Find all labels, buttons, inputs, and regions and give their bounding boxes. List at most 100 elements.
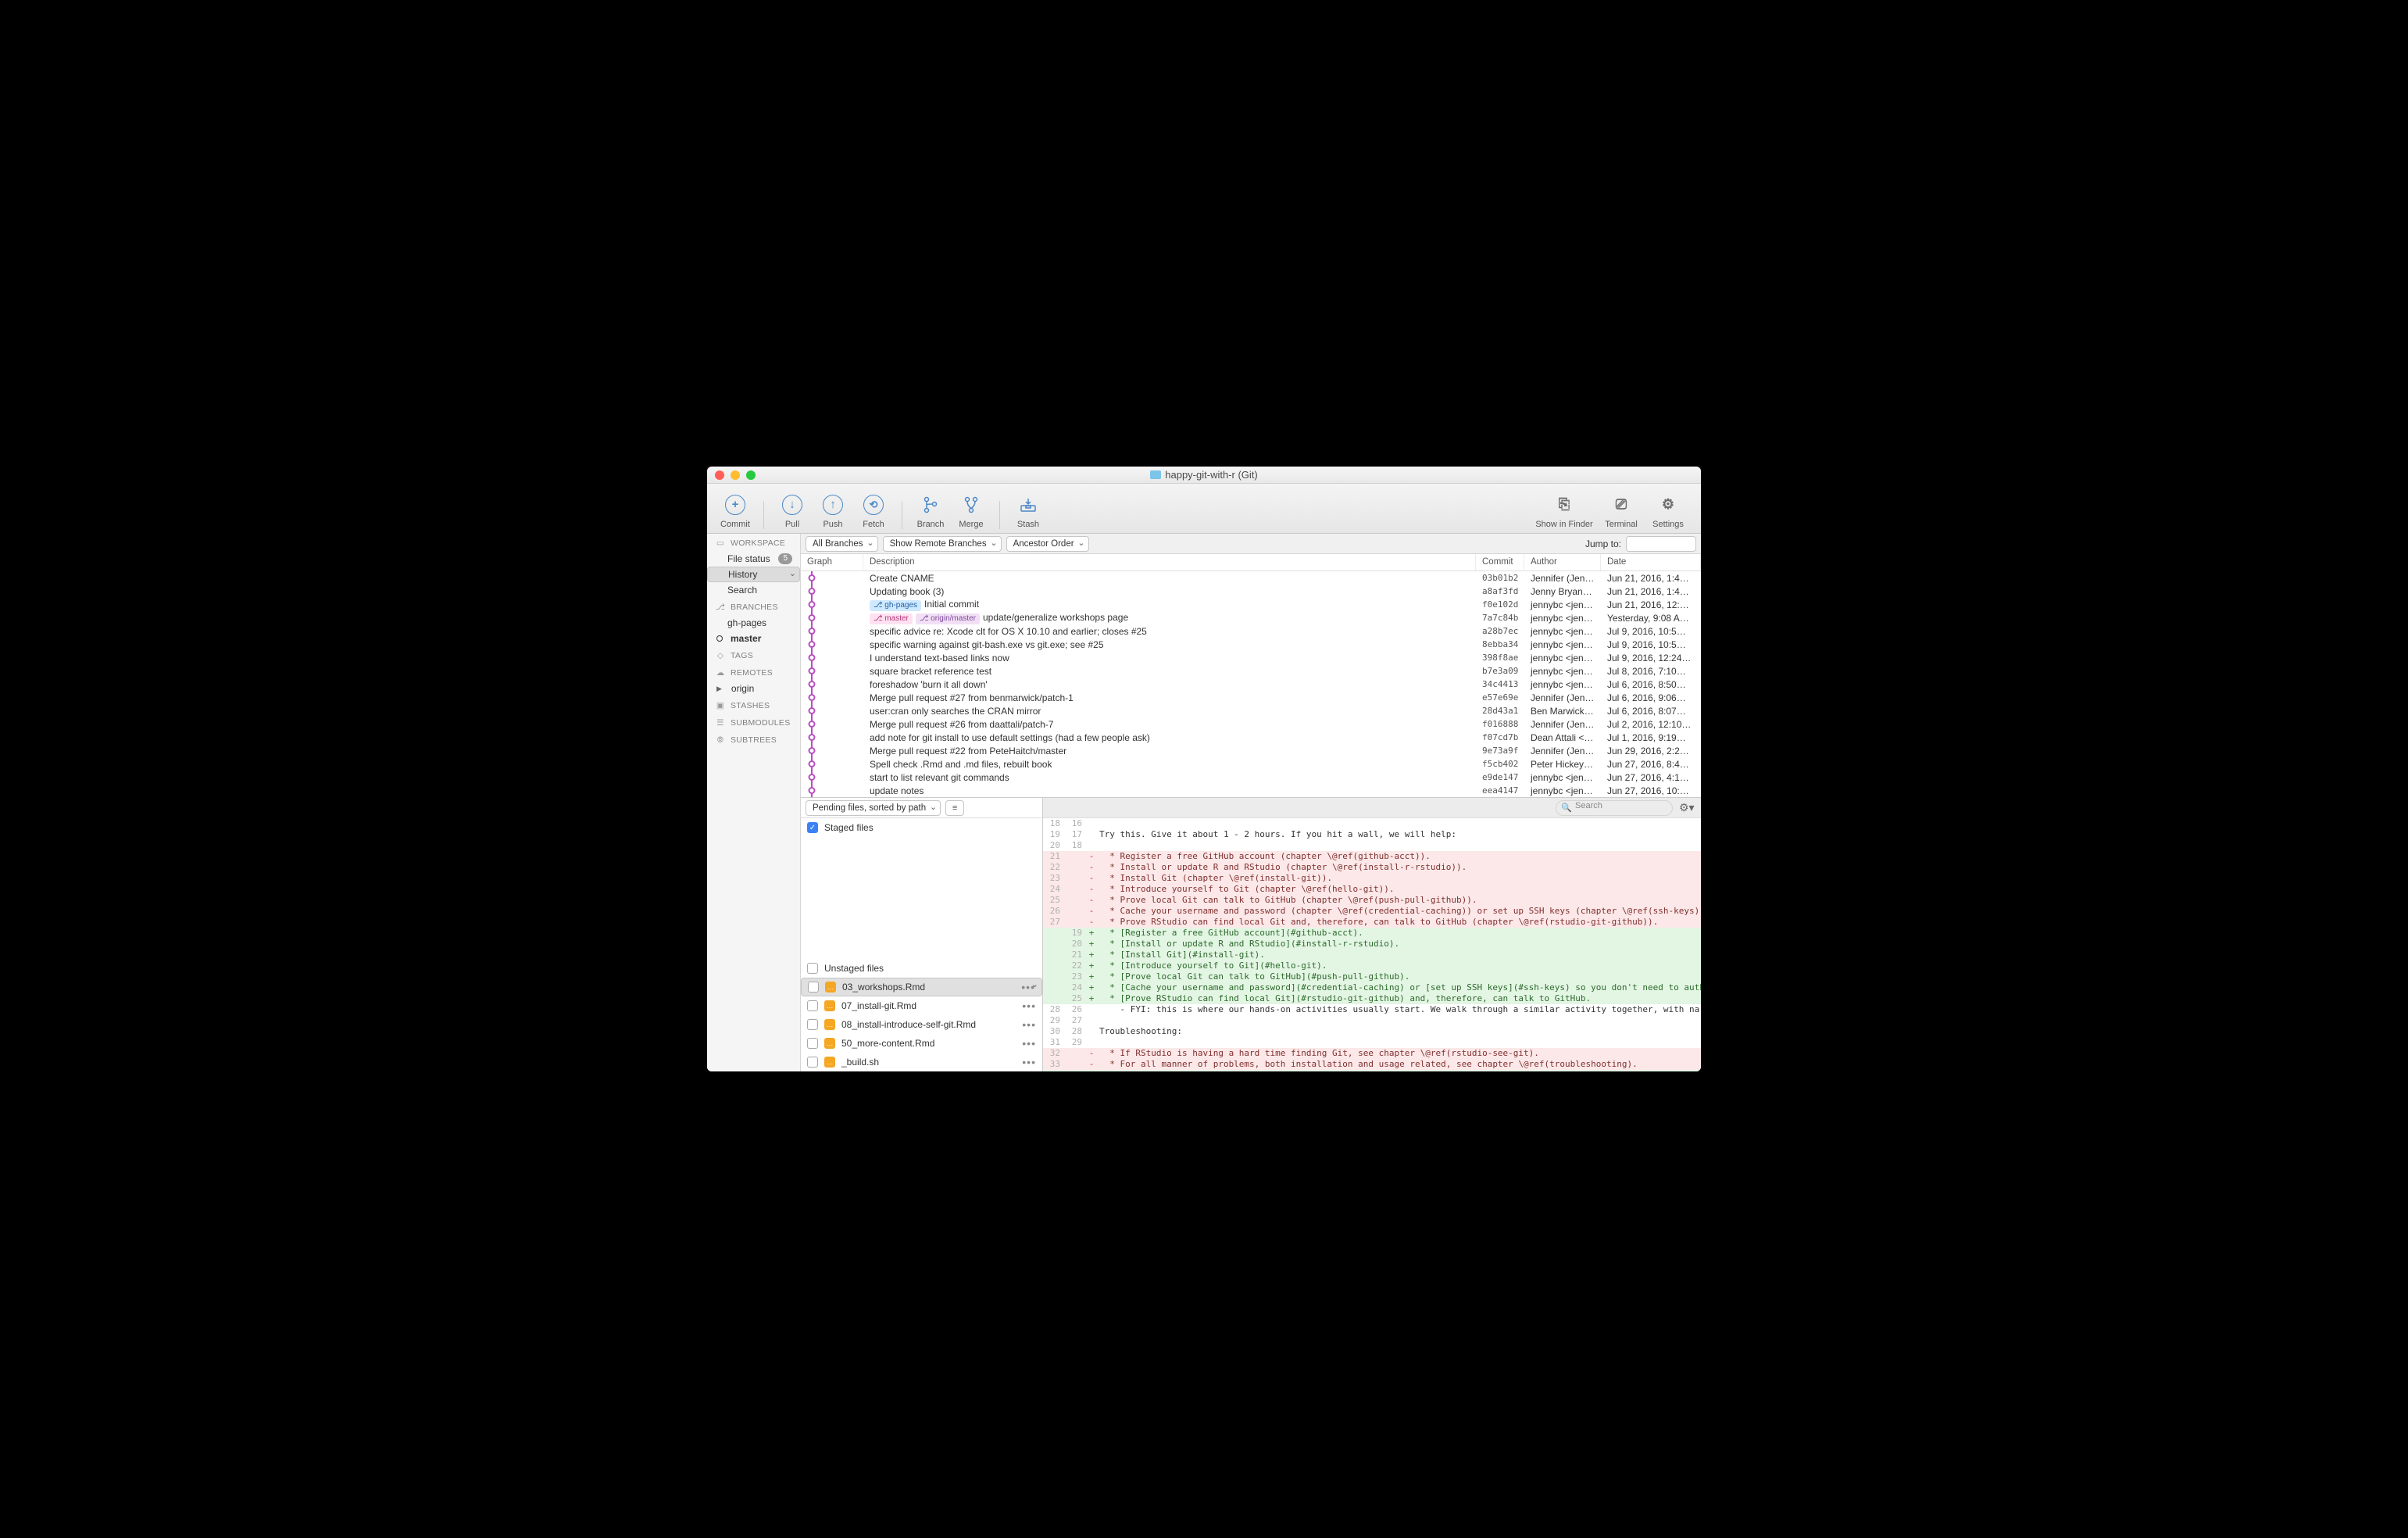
ancestor-order-dropdown[interactable]: Ancestor Order bbox=[1006, 536, 1089, 552]
pull-button[interactable]: ↓ Pull bbox=[773, 495, 811, 529]
file-actions-icon[interactable]: ••• bbox=[1022, 1000, 1036, 1012]
staged-files-header[interactable]: ✓ Staged files bbox=[801, 818, 1042, 837]
file-item[interactable]: … 50_more-content.Rmd ••• bbox=[801, 1034, 1042, 1053]
diff-line: 24- * Introduce yourself to Git (chapter… bbox=[1043, 884, 1701, 895]
box-icon: ▣ bbox=[715, 701, 726, 710]
main-panel: All Branches Show Remote Branches Ancest… bbox=[801, 534, 1701, 1071]
sidebar-item-history[interactable]: History bbox=[707, 567, 800, 582]
stash-button[interactable]: Stash bbox=[1009, 495, 1047, 529]
commit-row[interactable]: Merge pull request #27 from benmarwick/p… bbox=[801, 691, 1701, 704]
file-checkbox-icon[interactable] bbox=[808, 982, 819, 993]
remote-branches-dropdown[interactable]: Show Remote Branches bbox=[883, 536, 1002, 552]
list-view-button[interactable]: ≡ bbox=[945, 800, 964, 816]
minimize-window-icon[interactable] bbox=[731, 470, 740, 480]
commit-row[interactable]: specific advice re: Xcode clt for OS X 1… bbox=[801, 624, 1701, 638]
staged-checkbox-icon[interactable]: ✓ bbox=[807, 822, 818, 833]
file-item[interactable]: …07_install-git.Rmd••• bbox=[801, 996, 1042, 1015]
commit-row[interactable]: add note for git install to use default … bbox=[801, 731, 1701, 744]
commit-row[interactable]: Merge pull request #22 from PeteHaitch/m… bbox=[801, 744, 1701, 757]
sidebar-item-file-status[interactable]: File status 5 bbox=[707, 551, 800, 567]
close-window-icon[interactable] bbox=[715, 470, 724, 480]
diff-line: 23+ * [Prove local Git can talk to GitHu… bbox=[1043, 971, 1701, 982]
show-in-finder-button[interactable]: ⎘ Show in Finder bbox=[1531, 495, 1598, 529]
col-commit[interactable]: Commit bbox=[1476, 554, 1524, 570]
fetch-button[interactable]: ⟲ Fetch bbox=[855, 495, 892, 529]
col-description[interactable]: Description bbox=[863, 554, 1476, 570]
diff-settings-icon[interactable]: ⚙▾ bbox=[1679, 801, 1695, 814]
diff-line: 2927 bbox=[1043, 1015, 1701, 1026]
commit-row[interactable]: user:cran only searches the CRAN mirror2… bbox=[801, 704, 1701, 717]
diff-line: 30+ * Sometimes RStudio [needs a little … bbox=[1043, 1070, 1701, 1071]
file-status-badge: 5 bbox=[778, 553, 792, 564]
sidebar-item-search[interactable]: Search bbox=[707, 582, 800, 598]
branch-button[interactable]: Branch bbox=[912, 495, 949, 529]
file-checkbox-icon[interactable] bbox=[807, 1019, 818, 1030]
file-actions-icon[interactable]: ••• bbox=[1021, 981, 1035, 993]
diff-line: 19+ * [Register a free GitHub account](#… bbox=[1043, 928, 1701, 939]
refresh-icon: ⟲ bbox=[863, 495, 884, 515]
commit-row[interactable]: Create CNAME03b01b2Jennifer (Jenny) B…Ju… bbox=[801, 571, 1701, 585]
commit-row[interactable]: Spell check .Rmd and .md files, rebuilt … bbox=[801, 757, 1701, 771]
zoom-window-icon[interactable] bbox=[746, 470, 756, 480]
file-item[interactable]: …08_install-introduce-self-git.Rmd••• bbox=[801, 1015, 1042, 1034]
commit-row[interactable]: specific warning against git-bash.exe vs… bbox=[801, 638, 1701, 651]
commit-row[interactable]: square bracket reference testb7e3a09jenn… bbox=[801, 664, 1701, 678]
file-name: 03_workshops.Rmd bbox=[842, 982, 925, 993]
sidebar-item-gh-pages[interactable]: gh-pages bbox=[707, 615, 800, 631]
commit-row[interactable]: foreshadow 'burn it all down'34c4413jenn… bbox=[801, 678, 1701, 691]
sidebar-item-master[interactable]: master bbox=[707, 631, 800, 646]
diff-line: 22- * Install or update R and RStudio (c… bbox=[1043, 862, 1701, 873]
files-toolbar: Pending files, sorted by path ≡ bbox=[801, 798, 1042, 818]
unstaged-checkbox-icon[interactable] bbox=[807, 963, 818, 974]
file-checkbox-icon[interactable] bbox=[807, 1000, 818, 1011]
file-checkbox-icon[interactable] bbox=[807, 1057, 818, 1068]
commit-row[interactable]: start to list relevant git commandse9de1… bbox=[801, 771, 1701, 784]
col-date[interactable]: Date bbox=[1601, 554, 1701, 570]
file-name: _build.sh bbox=[841, 1057, 879, 1068]
commit-row[interactable]: ⎇ gh-pagesInitial commitf0e102djennybc <… bbox=[801, 598, 1701, 611]
settings-button[interactable]: ⚙ Settings bbox=[1645, 495, 1692, 529]
diff-line: 21+ * [Install Git](#install-git). bbox=[1043, 950, 1701, 960]
sidebar-item-origin[interactable]: ▶ origin bbox=[707, 681, 800, 696]
unstaged-files-header[interactable]: Unstaged files bbox=[801, 959, 1042, 978]
push-button[interactable]: ↑ Push bbox=[814, 495, 852, 529]
branch-icon bbox=[920, 495, 941, 515]
terminal-button[interactable]: ⎚ Terminal bbox=[1598, 495, 1645, 529]
file-sort-dropdown[interactable]: Pending files, sorted by path bbox=[806, 800, 941, 816]
file-item[interactable]: …03_workshops.Rmd••• bbox=[801, 978, 1042, 996]
tag-icon: ◇ bbox=[715, 651, 726, 660]
sidebar-section-submodules: ☰ SUBMODULES bbox=[707, 714, 800, 731]
commit-row[interactable]: Merge pull request #26 from daattali/pat… bbox=[801, 717, 1701, 731]
commit-row[interactable]: I understand text-based links now398f8ae… bbox=[801, 651, 1701, 664]
sidebar-section-subtrees: ⦾ SUBTREES bbox=[707, 731, 800, 748]
diff-view[interactable]: 18161917Try this. Give it about 1 - 2 ho… bbox=[1043, 818, 1701, 1071]
file-item[interactable]: …_build.sh••• bbox=[801, 1053, 1042, 1071]
commit-row[interactable]: ⎇ master⎇ origin/masterupdate/generalize… bbox=[801, 611, 1701, 624]
modified-file-icon: … bbox=[824, 1038, 835, 1049]
file-name: 08_install-introduce-self-git.Rmd bbox=[841, 1019, 976, 1030]
files-panel: Pending files, sorted by path ≡ ✓ Staged… bbox=[801, 798, 1043, 1071]
commits-list[interactable]: Create CNAME03b01b2Jennifer (Jenny) B…Ju… bbox=[801, 571, 1701, 798]
diff-search-input[interactable]: Search bbox=[1556, 800, 1673, 816]
commit-row[interactable]: Updating book (3)a8af3fdJenny Bryan (Tra… bbox=[801, 585, 1701, 598]
file-checkbox-icon[interactable] bbox=[807, 1038, 818, 1049]
finder-icon: ⎘ bbox=[1554, 495, 1574, 515]
sidebar-section-remotes: ☁ REMOTES bbox=[707, 663, 800, 681]
jump-input[interactable] bbox=[1626, 536, 1696, 552]
branches-dropdown[interactable]: All Branches bbox=[806, 536, 878, 552]
tree-icon: ⦾ bbox=[715, 735, 726, 745]
commit-row[interactable]: update noteseea4147jennybc <jenny@s…Jun … bbox=[801, 784, 1701, 797]
sidebar: ▭ WORKSPACE File status 5 History Search… bbox=[707, 534, 801, 1071]
file-name: 50_more-content.Rmd bbox=[841, 1038, 934, 1049]
merge-button[interactable]: Merge bbox=[952, 495, 990, 529]
diff-line: 20+ * [Install or update R and RStudio](… bbox=[1043, 939, 1701, 950]
traffic-lights bbox=[707, 470, 756, 480]
file-actions-icon[interactable]: ••• bbox=[1022, 1056, 1036, 1068]
col-author[interactable]: Author bbox=[1524, 554, 1601, 570]
col-graph[interactable]: Graph bbox=[801, 554, 863, 570]
jump-label: Jump to: bbox=[1585, 538, 1621, 549]
file-actions-icon[interactable]: ••• bbox=[1022, 1018, 1036, 1031]
commit-button[interactable]: + Commit bbox=[716, 495, 754, 529]
diff-toolbar: Search ⚙▾ bbox=[1043, 798, 1701, 818]
file-actions-icon[interactable]: ••• bbox=[1022, 1037, 1036, 1050]
